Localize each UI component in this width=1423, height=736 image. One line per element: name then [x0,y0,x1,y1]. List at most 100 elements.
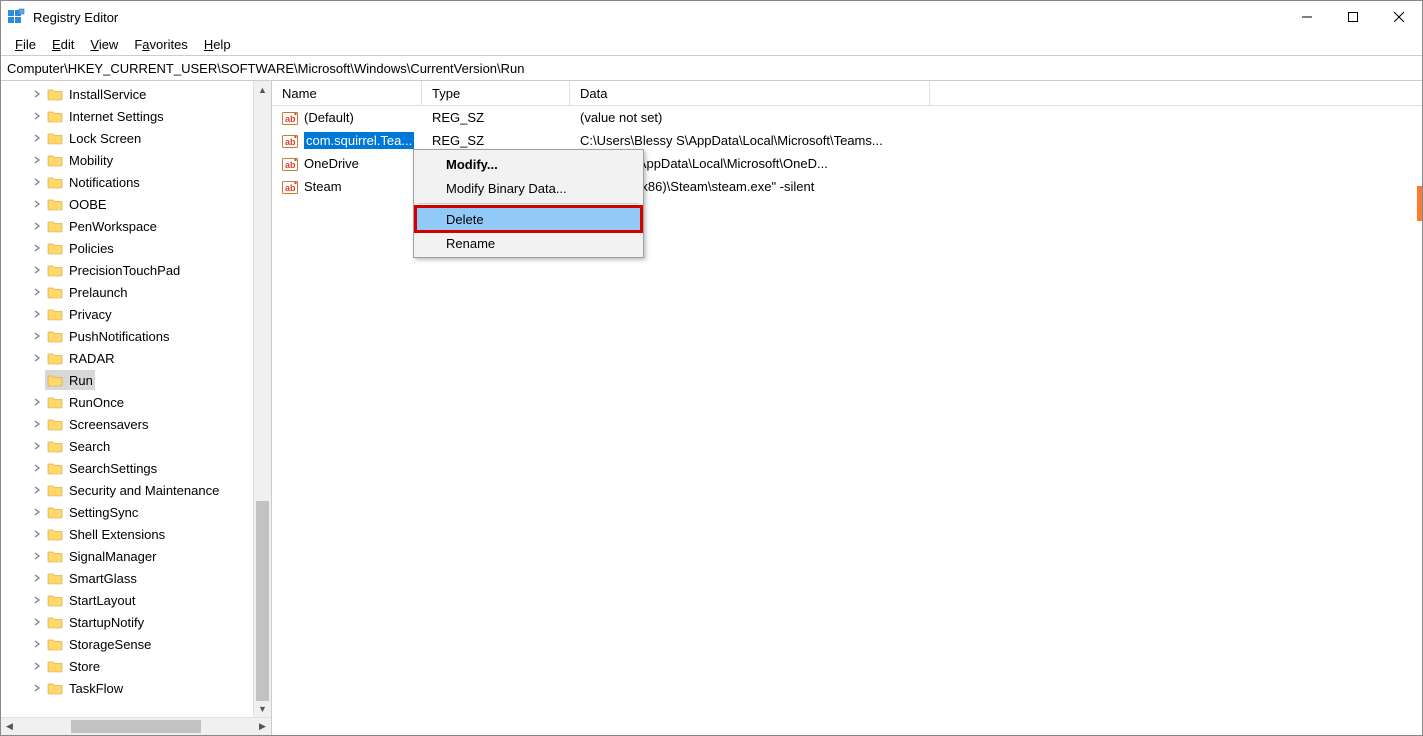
expander-icon[interactable] [31,593,43,607]
tree-item-label: Internet Settings [69,109,164,124]
tree-item-label: SignalManager [69,549,156,564]
expander-icon[interactable] [31,219,43,233]
expander-icon[interactable] [31,307,43,321]
expander-icon[interactable] [31,263,43,277]
tree-item[interactable]: StartLayout [1,589,271,611]
tree-item[interactable]: Shell Extensions [1,523,271,545]
list-row[interactable]: ab(Default)REG_SZ(value not set) [272,106,1422,129]
maximize-button[interactable] [1330,1,1376,33]
ctx-modify[interactable]: Modify... [416,152,641,176]
tree-item[interactable]: Notifications [1,171,271,193]
expander-icon[interactable] [31,417,43,431]
folder-icon [47,329,63,343]
tree-item[interactable]: Prelaunch [1,281,271,303]
svg-text:ab: ab [285,183,296,193]
tree-item[interactable]: PushNotifications [1,325,271,347]
column-header-name[interactable]: Name [272,81,422,105]
expander-icon[interactable] [31,285,43,299]
ctx-delete[interactable]: Delete [416,207,641,231]
value-type: REG_SZ [422,110,570,125]
registry-tree[interactable]: InstallService Internet Settings Lock Scre… [1,81,271,699]
tree-item[interactable]: Security and Maintenance [1,479,271,501]
folder-icon [47,615,63,629]
tree-item[interactable]: Internet Settings [1,105,271,127]
expander-icon[interactable] [31,329,43,343]
tree-item[interactable]: TaskFlow [1,677,271,699]
value-name: OneDrive [304,156,359,171]
menubar: File Edit View Favorites Help [1,33,1422,55]
minimize-button[interactable] [1284,1,1330,33]
column-header-data[interactable]: Data [570,81,930,105]
expander-icon[interactable] [31,461,43,475]
expander-icon[interactable] [31,197,43,211]
folder-icon [47,263,63,277]
expander-icon[interactable] [31,241,43,255]
ctx-rename[interactable]: Rename [416,231,641,255]
scroll-thumb[interactable] [71,720,201,733]
scroll-up-icon[interactable]: ▲ [254,81,271,98]
tree-item[interactable]: PrecisionTouchPad [1,259,271,281]
tree-item[interactable]: Store [1,655,271,677]
menu-favorites[interactable]: Favorites [126,36,195,53]
ctx-modify-binary[interactable]: Modify Binary Data... [416,176,641,200]
expander-icon[interactable] [31,153,43,167]
expander-icon[interactable] [31,659,43,673]
tree-vertical-scrollbar[interactable]: ▲ ▼ [253,81,271,717]
tree-item[interactable]: Lock Screen [1,127,271,149]
tree-item[interactable]: Run [1,369,271,391]
folder-icon [47,637,63,651]
expander-icon[interactable] [31,439,43,453]
expander-icon[interactable] [31,637,43,651]
expander-icon[interactable] [31,527,43,541]
scroll-left-icon[interactable]: ◀ [1,718,18,735]
tree-item[interactable]: StartupNotify [1,611,271,633]
expander-icon[interactable] [31,571,43,585]
tree-item[interactable]: RunOnce [1,391,271,413]
tree-item[interactable]: SearchSettings [1,457,271,479]
tree-item[interactable]: PenWorkspace [1,215,271,237]
tree-item[interactable]: Search [1,435,271,457]
folder-icon [47,175,63,189]
menu-file[interactable]: File [7,36,44,53]
expander-icon[interactable] [31,615,43,629]
scroll-down-icon[interactable]: ▼ [254,700,271,717]
tree-item[interactable]: StorageSense [1,633,271,655]
tree-item-label: Shell Extensions [69,527,165,542]
menu-edit[interactable]: Edit [44,36,82,53]
tree-item[interactable]: SignalManager [1,545,271,567]
expander-icon[interactable] [31,395,43,409]
expander-icon[interactable] [31,483,43,497]
tree-item-label: Mobility [69,153,113,168]
tree-horizontal-scrollbar[interactable]: ◀ ▶ [1,717,271,735]
folder-icon [47,505,63,519]
expander-icon[interactable] [31,131,43,145]
folder-icon [47,153,63,167]
column-header-type[interactable]: Type [422,81,570,105]
context-menu: Modify... Modify Binary Data... Delete R… [413,149,644,258]
folder-icon [47,417,63,431]
tree-item[interactable]: Screensavers [1,413,271,435]
expander-icon[interactable] [31,351,43,365]
tree-item-label: Screensavers [69,417,148,432]
tree-item[interactable]: Policies [1,237,271,259]
expander-icon[interactable] [31,87,43,101]
expander-icon[interactable] [31,175,43,189]
expander-icon[interactable] [31,505,43,519]
tree-item[interactable]: OOBE [1,193,271,215]
expander-icon[interactable] [31,681,43,695]
close-button[interactable] [1376,1,1422,33]
tree-item[interactable]: InstallService [1,83,271,105]
expander-icon[interactable] [31,109,43,123]
values-pane: Name Type Data ab(Default)REG_SZ(value n… [272,81,1422,735]
scroll-right-icon[interactable]: ▶ [254,718,271,735]
tree-item[interactable]: Mobility [1,149,271,171]
tree-item[interactable]: RADAR [1,347,271,369]
address-bar[interactable]: Computer\HKEY_CURRENT_USER\SOFTWARE\Micr… [1,55,1422,81]
expander-icon[interactable] [31,549,43,563]
tree-item[interactable]: Privacy [1,303,271,325]
tree-item[interactable]: SmartGlass [1,567,271,589]
scroll-thumb[interactable] [256,501,269,701]
menu-help[interactable]: Help [196,36,239,53]
tree-item[interactable]: SettingSync [1,501,271,523]
menu-view[interactable]: View [82,36,126,53]
